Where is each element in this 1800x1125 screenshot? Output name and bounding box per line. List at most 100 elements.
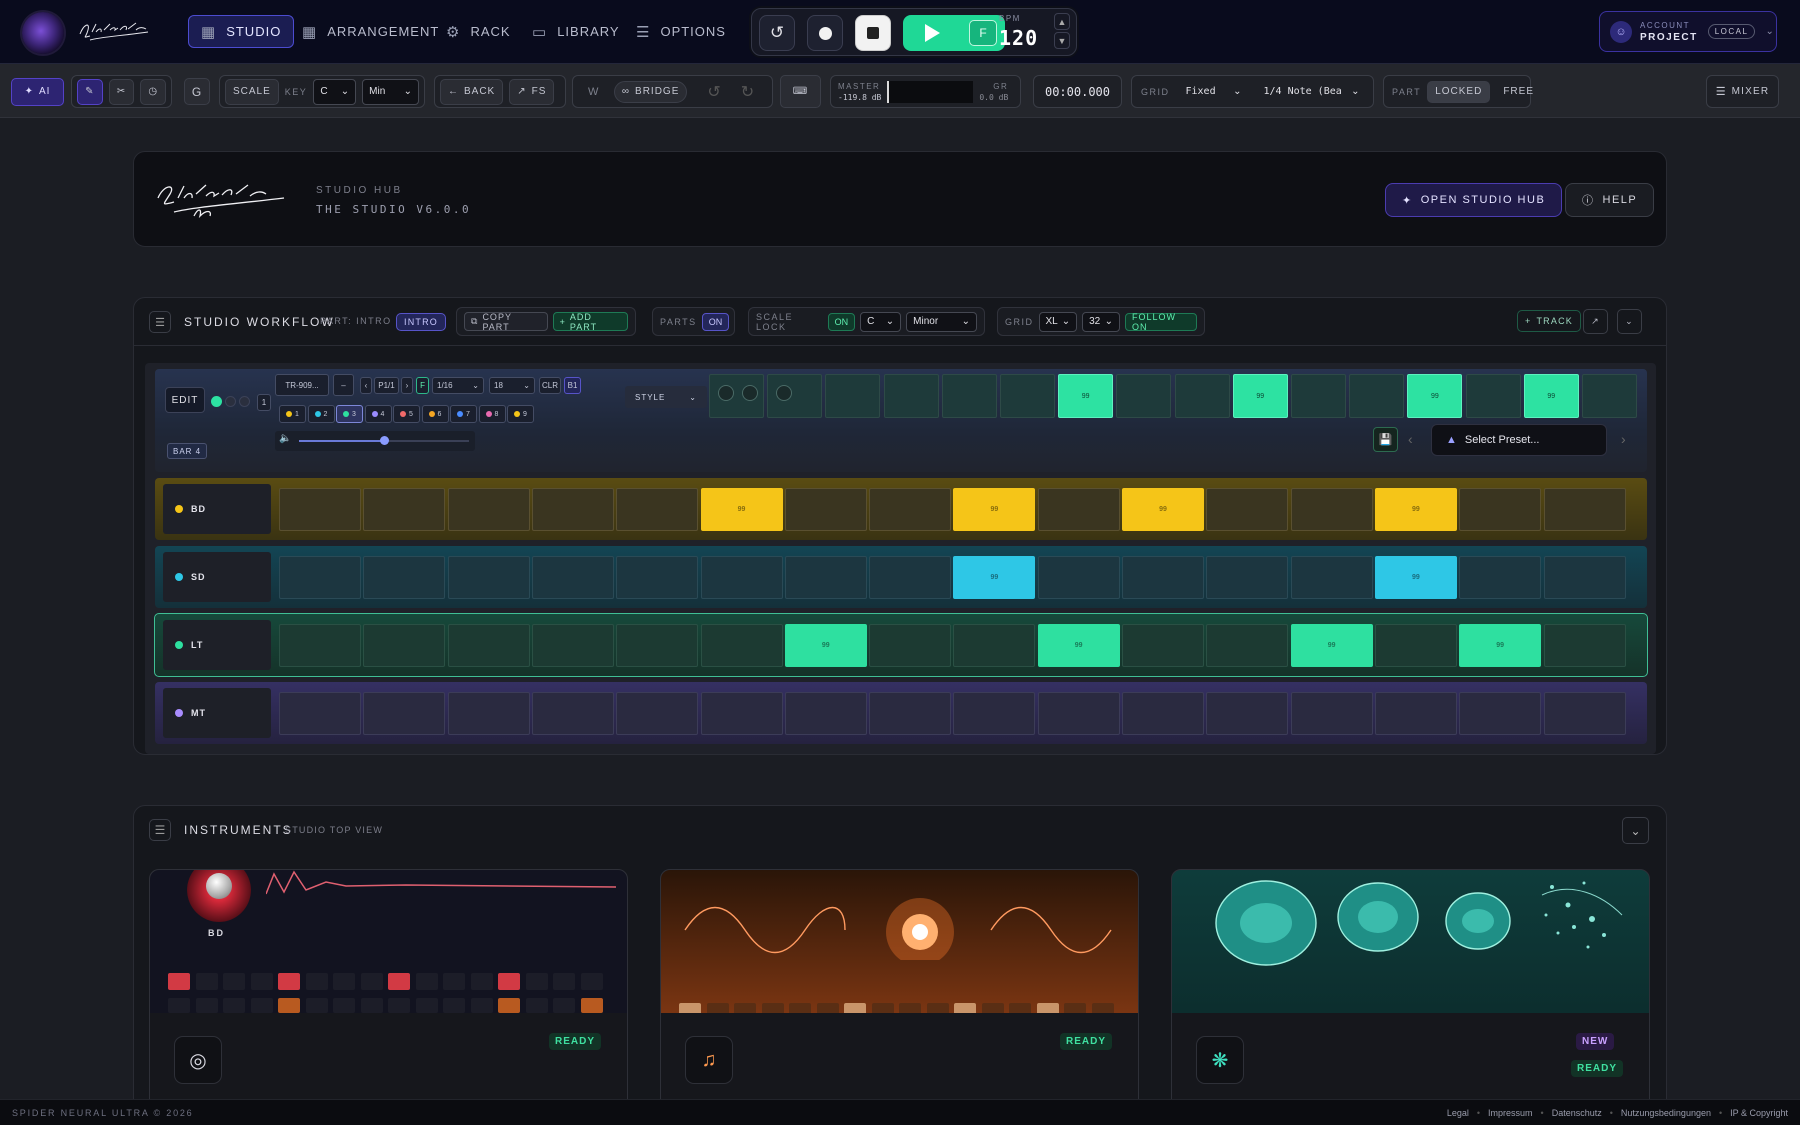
step-cell[interactable]: 99	[1374, 556, 1457, 599]
open-studio-hub-button[interactable]: ✦ OPEN STUDIO HUB	[1385, 183, 1563, 217]
instrument-card-ambient[interactable]: ❋ NEW READY	[1171, 869, 1650, 1124]
pattern-tab-9[interactable]: 9	[507, 405, 534, 423]
nav-library[interactable]: ▭ LIBRARY	[520, 15, 632, 48]
drum-pad[interactable]	[553, 998, 575, 1013]
step-cell[interactable]	[1290, 488, 1373, 531]
back-button[interactable]: ← BACK	[440, 78, 504, 105]
expand-button[interactable]: ↗	[1583, 309, 1608, 334]
drum-pad[interactable]	[470, 998, 493, 1013]
drum-pad[interactable]	[250, 973, 273, 990]
drum-pad[interactable]	[580, 973, 603, 990]
pattern-tab-1[interactable]: 1	[279, 405, 306, 423]
key-select[interactable]: C ⌄	[313, 78, 357, 105]
step-cell[interactable]: 99	[1037, 624, 1120, 667]
top-step[interactable]	[1582, 374, 1637, 418]
steps-select[interactable]: 18 ⌄	[489, 377, 535, 394]
scale-key-select[interactable]: C ⌄	[860, 311, 902, 332]
step-cell[interactable]	[363, 488, 446, 531]
step-cell[interactable]: 99	[1290, 624, 1373, 667]
footer-link[interactable]: Impressum	[1488, 1108, 1533, 1118]
step-cell[interactable]	[1543, 692, 1626, 735]
drum-pad[interactable]	[415, 998, 438, 1013]
step-cell[interactable]	[1374, 692, 1457, 735]
pattern-tab-5[interactable]: 5	[393, 405, 420, 423]
step-cell[interactable]	[784, 692, 867, 735]
top-step[interactable]: 99	[1232, 374, 1288, 418]
account-menu[interactable]: ☺ ACCOUNT PROJECT LOCAL ⌄	[1599, 11, 1777, 52]
step-cell[interactable]	[1206, 624, 1289, 667]
style-select[interactable]: STYLE ⌄	[625, 386, 707, 408]
drum-pad[interactable]	[553, 973, 575, 990]
footer-link[interactable]: Legal	[1447, 1108, 1469, 1118]
drum-pad[interactable]	[415, 973, 438, 990]
top-step[interactable]	[1174, 374, 1230, 418]
drum-pad[interactable]	[223, 998, 245, 1013]
parts-on-toggle[interactable]: ON	[701, 312, 730, 331]
drum-pad[interactable]	[360, 998, 383, 1013]
drum-pad[interactable]	[498, 998, 520, 1013]
step-cell[interactable]	[1543, 488, 1626, 531]
nav-rack[interactable]: ⚙ RACK	[434, 15, 523, 48]
drum-pad[interactable]	[250, 998, 273, 1013]
step-cell[interactable]	[1037, 692, 1120, 735]
intro-badge[interactable]: INTRO	[396, 313, 446, 331]
step-cell[interactable]	[447, 692, 530, 735]
stop-button[interactable]	[855, 15, 891, 51]
step-cell[interactable]	[869, 488, 952, 531]
step-cell[interactable]: 99	[953, 556, 1036, 599]
step-cell[interactable]	[1374, 624, 1457, 667]
step-cell[interactable]	[279, 624, 361, 667]
top-step[interactable]	[1116, 374, 1172, 418]
step-cell[interactable]: 99	[1459, 624, 1542, 667]
minus-icon[interactable]	[776, 385, 793, 401]
top-step[interactable]	[1465, 374, 1521, 418]
step-cell[interactable]	[869, 692, 952, 735]
step-cell[interactable]	[1122, 692, 1204, 735]
step-cell[interactable]	[953, 692, 1036, 735]
step-cell[interactable]	[447, 488, 530, 531]
track-label[interactable]: LT	[163, 620, 271, 670]
channel-button[interactable]: 1	[257, 394, 271, 411]
pencil-tool[interactable]: ✎	[77, 78, 103, 105]
step-cell[interactable]	[279, 556, 361, 599]
step-cell[interactable]	[869, 624, 952, 667]
drum-pad[interactable]	[305, 998, 328, 1013]
locked-toggle[interactable]: LOCKED	[1427, 80, 1491, 103]
pattern-tab-6[interactable]: 6	[421, 405, 449, 423]
step-cell[interactable]	[447, 556, 530, 599]
step-cell[interactable]	[1037, 488, 1120, 531]
pattern-tab-4[interactable]: 4	[364, 405, 392, 423]
pattern-tab-3[interactable]: 3	[336, 405, 363, 423]
drum-pad[interactable]	[388, 998, 410, 1013]
g-button[interactable]: G	[184, 78, 210, 105]
top-step[interactable]: 99	[1523, 374, 1579, 418]
drum-pad[interactable]	[168, 973, 190, 990]
mode-select[interactable]: Min ⌄	[362, 78, 419, 105]
undo-icon[interactable]: ↺	[707, 82, 720, 102]
drum-pad[interactable]	[195, 973, 218, 990]
fullscreen-button[interactable]: ↗ FS	[509, 78, 555, 105]
step-cell[interactable]	[1122, 624, 1204, 667]
nav-options[interactable]: ☰ OPTIONS	[624, 15, 738, 48]
sliders-icon[interactable]: ☰	[149, 311, 171, 333]
step-cell[interactable]	[1290, 692, 1373, 735]
step-cell[interactable]	[1206, 556, 1289, 599]
w-label[interactable]: W	[588, 86, 600, 98]
division-select[interactable]: 1/16 ⌄	[432, 377, 484, 394]
step-cell[interactable]: 99	[953, 488, 1036, 531]
top-step[interactable]	[825, 374, 881, 418]
drum-pad[interactable]	[525, 973, 548, 990]
status-dot[interactable]	[239, 396, 250, 407]
play-button[interactable]: F	[903, 15, 1005, 51]
step-cell[interactable]	[616, 624, 699, 667]
drum-pad[interactable]	[223, 973, 245, 990]
knob-icon[interactable]	[742, 385, 758, 401]
preset-select[interactable]: ▲ Select Preset...	[1431, 424, 1607, 456]
follow-button[interactable]: F	[416, 377, 429, 394]
minus-button[interactable]: –	[333, 374, 354, 396]
step-cell[interactable]	[279, 692, 361, 735]
record-button[interactable]	[807, 15, 843, 51]
footer-link[interactable]: Nutzungsbedingungen	[1621, 1108, 1711, 1118]
step-cell[interactable]: 99	[1122, 488, 1204, 531]
step-cell[interactable]	[700, 556, 783, 599]
